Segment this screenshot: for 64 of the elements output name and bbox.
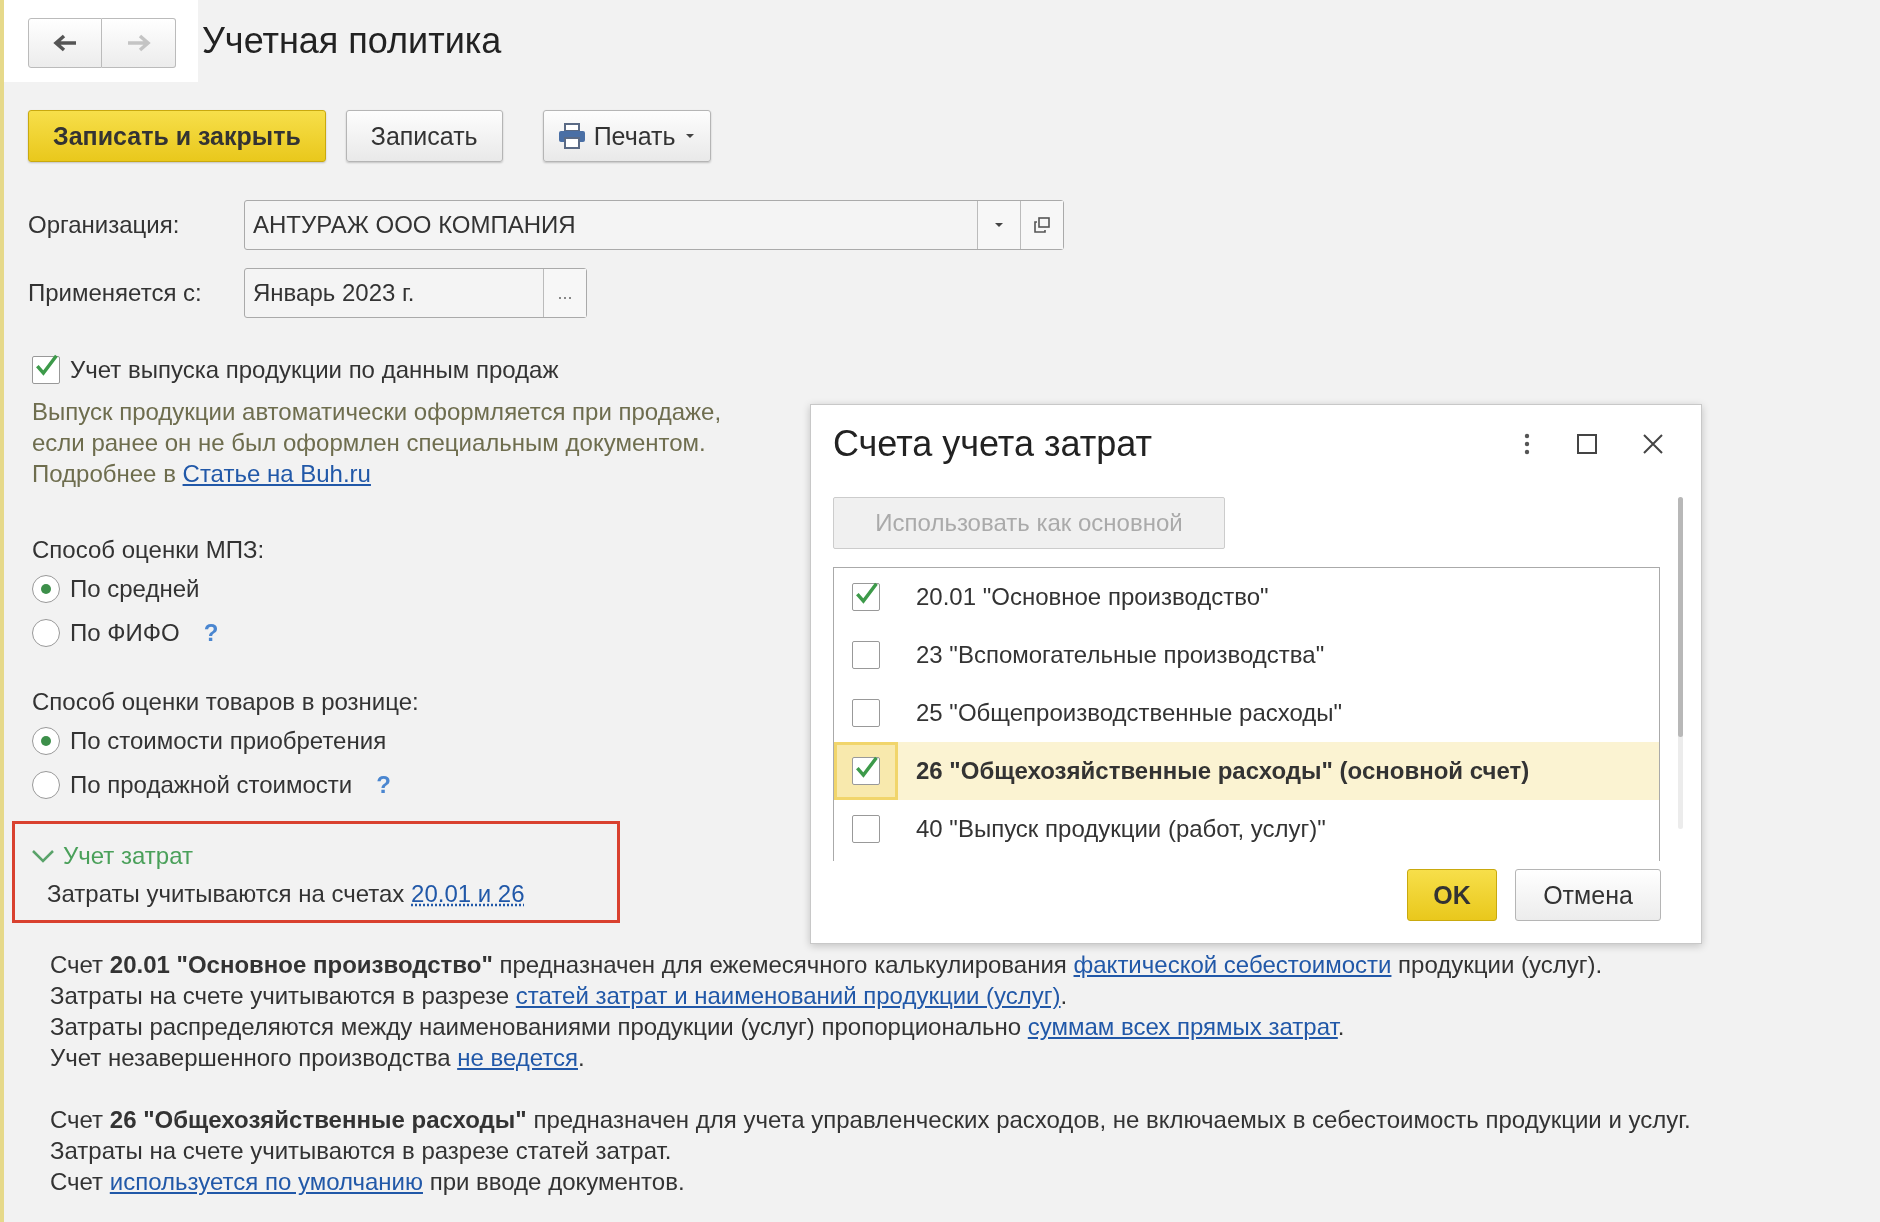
group-label: Способ оценки МПЗ: <box>32 535 265 565</box>
save-button[interactable]: Записать <box>345 110 503 162</box>
link[interactable]: не ведется <box>457 1044 578 1071</box>
group-label: Способ оценки товаров в рознице: <box>32 687 419 717</box>
page-title: Учетная политика <box>202 20 502 62</box>
description-line: Затраты распределяются между наименованиями продукции (услуг) пропорционально суммам всех прямых затрат. <box>50 1012 1346 1042</box>
checkbox-label: Учет выпуска продукции по данным продаж <box>70 356 559 384</box>
radio-button[interactable] <box>32 575 60 603</box>
checkbox[interactable] <box>32 356 60 384</box>
caret-icon <box>993 221 1005 229</box>
chevron-icon[interactable] <box>31 848 55 864</box>
radio-label: По средней <box>70 575 200 603</box>
checkbox[interactable] <box>852 757 880 785</box>
link[interactable]: статей затрат и наименований продукции (услуг) <box>515 982 1061 1009</box>
maximize-icon[interactable] <box>1577 434 1597 454</box>
back-button[interactable] <box>28 18 102 68</box>
radio-label: По ФИФО <box>70 619 180 647</box>
account-row[interactable]: 23 "Вспомогательные производства" <box>834 626 1659 684</box>
ok-button[interactable]: OK <box>1407 869 1497 921</box>
printer-icon <box>557 123 586 149</box>
open-window-icon <box>1033 216 1051 234</box>
dialog-title: Счета учета затрат <box>833 423 1153 465</box>
description-line: Учет незавершенного производства не ведется. <box>50 1043 586 1073</box>
radio-label: По продажной стоимости <box>70 771 353 799</box>
accounts-link[interactable]: 20.01 и 26 <box>411 880 525 907</box>
close-icon[interactable] <box>1643 434 1663 454</box>
link[interactable]: фактической себестоимости <box>1073 951 1392 978</box>
account-row[interactable]: 20.01 "Основное производство" <box>834 568 1659 626</box>
checkbox[interactable] <box>852 815 880 843</box>
picker-button[interactable]: ... <box>543 269 586 317</box>
description-line: Счет 20.01 "Основное производство" предназначен для ежемесячного калькулирования фактической себестоимости продукции (услуг). <box>50 950 1604 980</box>
note-text: Выпуск продукции автоматически оформляется при продаже, <box>32 397 722 427</box>
print-button[interactable]: Печать <box>542 110 711 162</box>
description-line: Счет используется по умолчанию при вводе документов. <box>50 1167 686 1197</box>
organization-field[interactable]: АНТУРАЖ ООО КОМПАНИЯ <box>244 200 1064 250</box>
radio-label: По стоимости приобретения <box>70 727 387 755</box>
radio-button[interactable] <box>32 619 60 647</box>
note-text: если ранее он не был оформлен специальным документом. <box>32 428 706 458</box>
save-close-button[interactable]: Записать и закрыть <box>28 110 326 162</box>
left-arrow-icon <box>52 33 78 53</box>
link[interactable]: используется по умолчанию <box>109 1168 423 1195</box>
open-button[interactable] <box>1020 201 1063 249</box>
right-arrow-icon <box>125 33 152 53</box>
account-row[interactable]: 26 "Общехозяйственные расходы" (основной счет) <box>834 742 1659 800</box>
description-line: Затраты на счете учитываются в разрезе статей затрат и наименований продукции (услуг). <box>50 981 1069 1011</box>
date-field[interactable]: Январь 2023 г. ... <box>244 268 587 318</box>
scrollbar[interactable] <box>1678 497 1683 829</box>
more-icon[interactable] <box>1523 433 1531 455</box>
link[interactable]: суммам всех прямых затрат <box>1027 1013 1338 1040</box>
radio-button[interactable] <box>32 771 60 799</box>
field-label: Применяется с: <box>28 279 203 307</box>
description-line: Затраты на счете учитываются в разрезе статей затрат. <box>50 1136 673 1166</box>
article-link[interactable]: Статье на Buh.ru <box>182 460 371 487</box>
note-text: Подробнее в <box>32 460 176 487</box>
checkbox[interactable] <box>852 583 880 611</box>
account-row[interactable]: 25 "Общепроизводственные расходы" <box>834 684 1659 742</box>
radio-button[interactable] <box>32 727 60 755</box>
field-label: Организация: <box>28 211 181 239</box>
description-line: Счет 26 "Общехозяйственные расходы" предназначен для учета управленческих расходов, не включаемых в себестоимость продукции и услуг. <box>50 1105 1692 1135</box>
checkbox[interactable] <box>852 641 880 669</box>
account-row[interactable]: 40 "Выпуск продукции (работ, услуг)" <box>834 800 1659 858</box>
checkbox[interactable] <box>852 699 880 727</box>
section-text: Затраты учитываются на счетах <box>47 880 405 907</box>
cancel-button[interactable]: Отмена <box>1515 869 1661 921</box>
